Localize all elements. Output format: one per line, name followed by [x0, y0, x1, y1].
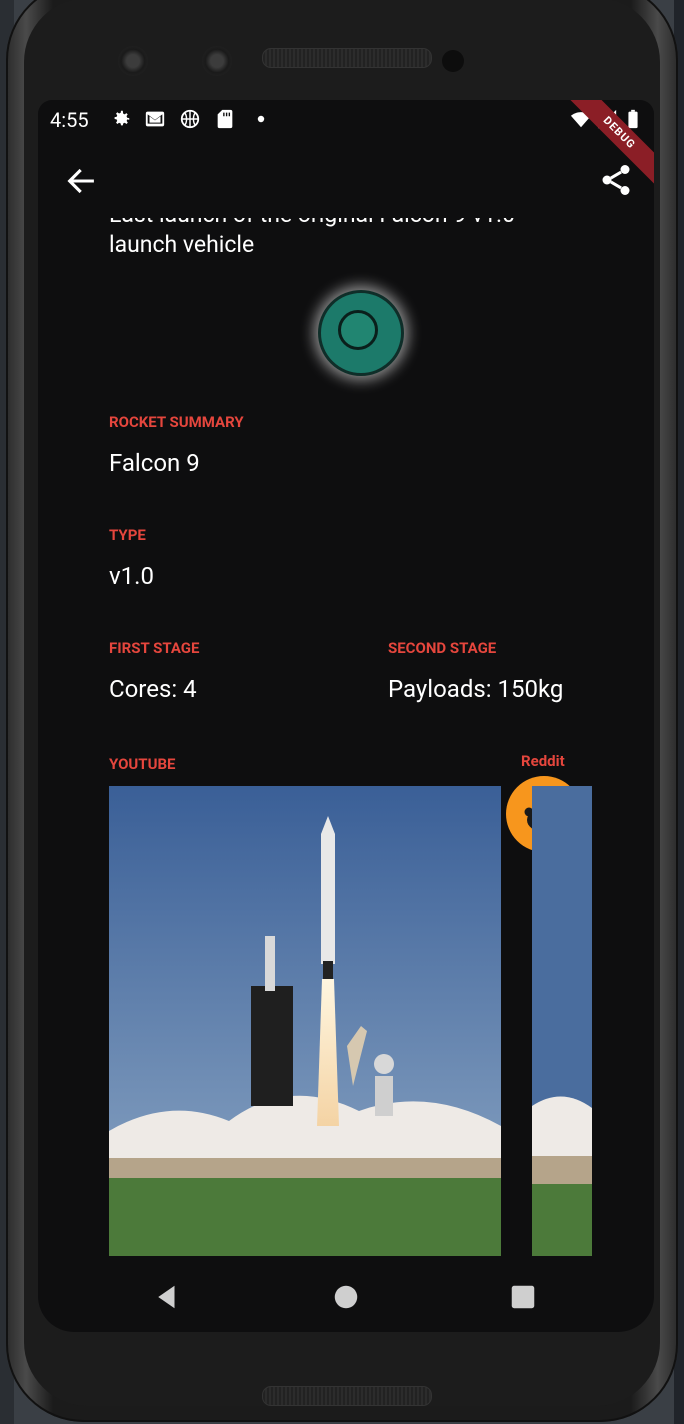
reddit-label: Reddit [521, 752, 565, 770]
launch-photo-gallery[interactable] [109, 786, 654, 1256]
back-triangle-icon[interactable] [152, 1282, 182, 1312]
home-circle-icon[interactable] [331, 1282, 361, 1312]
system-nav-bar [38, 1260, 654, 1332]
fab-circle-icon [338, 310, 378, 350]
first-stage-label: FIRST STAGE [109, 639, 200, 657]
gmail-icon [145, 111, 165, 127]
second-stage-value: Payloads: 150kg [388, 675, 564, 703]
sd-card-icon [217, 109, 233, 129]
settings-icon [114, 110, 130, 126]
proximity-sensor [442, 50, 464, 72]
description-line-2: launch vehicle [109, 231, 255, 258]
status-bar: 4:55 DEBUG [38, 100, 654, 187]
dot-icon [257, 115, 265, 123]
rocket-launch-photo[interactable] [109, 786, 501, 1256]
share-icon[interactable] [598, 162, 634, 198]
rocket-summary-label: ROCKET SUMMARY [109, 413, 244, 431]
earpiece-speaker [262, 48, 432, 68]
first-stage-value: Cores: 4 [109, 675, 197, 703]
second-stage-label: SECOND STAGE [388, 639, 497, 657]
basketball-icon [180, 109, 200, 129]
rocket-summary-value: Falcon 9 [109, 449, 200, 477]
app-bar [38, 140, 654, 224]
youtube-label: YOUTUBE [109, 755, 176, 773]
front-camera-icon [118, 46, 148, 76]
type-label: TYPE [109, 526, 146, 544]
bottom-speaker [262, 1386, 432, 1406]
app-screen: 4:55 DEBUG Last launch of the original F… [38, 100, 654, 1332]
recents-square-icon[interactable] [508, 1282, 538, 1312]
status-time: 4:55 [50, 108, 89, 132]
floating-action-button[interactable] [318, 290, 404, 376]
front-sensor-icon [202, 46, 232, 76]
type-value: v1.0 [109, 562, 154, 590]
rocket-launch-photo-next[interactable] [532, 786, 592, 1256]
arrow-back-icon[interactable] [64, 164, 98, 198]
